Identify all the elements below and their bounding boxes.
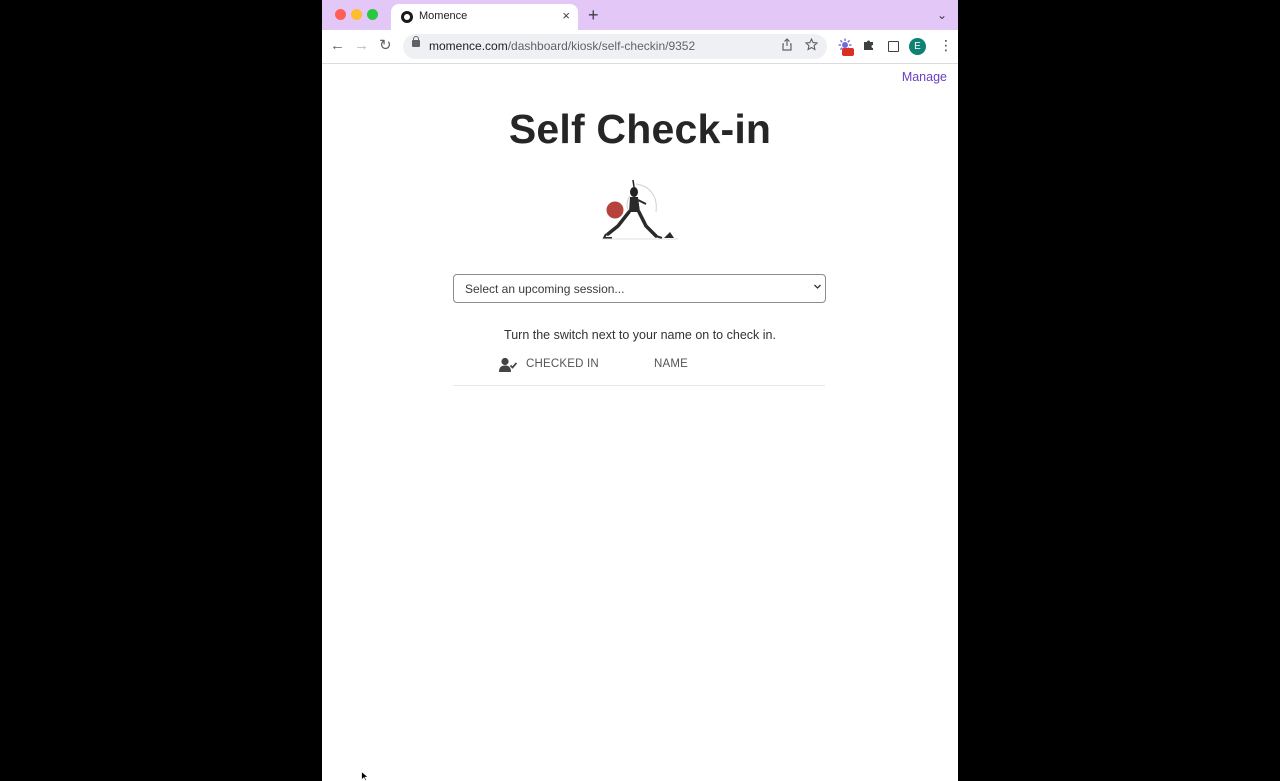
close-window-button[interactable] [335, 9, 346, 20]
tab-momence[interactable]: Momence × [391, 4, 578, 30]
tab-strip: Momence × + ⌄ [322, 0, 958, 30]
address-bar[interactable]: momence.com/dashboard/kiosk/self-checkin… [403, 34, 827, 59]
mouse-cursor-icon [361, 771, 369, 781]
zoom-window-button[interactable] [367, 9, 378, 20]
forward-arrow-icon[interactable]: → [354, 37, 369, 55]
back-arrow-icon[interactable]: ← [330, 37, 345, 55]
column-header-name: NAME [654, 358, 689, 370]
browser-window: Momence × + ⌄ ← → ↻ momence.com/dashboar… [322, 0, 958, 781]
side-panel-icon[interactable] [888, 41, 899, 52]
tab-search-chevron-icon[interactable]: ⌄ [937, 8, 947, 22]
session-select-value: Select an upcoming session... [465, 282, 625, 296]
tab-close-icon[interactable]: × [562, 8, 570, 23]
manage-link[interactable]: Manage [902, 70, 947, 84]
attendee-table-header: CHECKED IN NAME [453, 356, 825, 386]
checkin-instructions: Turn the switch next to your name on to … [504, 328, 776, 342]
chevron-down-icon [813, 282, 822, 293]
browser-menu-icon[interactable]: ⋮ [939, 37, 953, 53]
new-tab-icon[interactable]: + [588, 5, 599, 25]
user-check-icon [499, 357, 517, 372]
url-path: /dashboard/kiosk/self-checkin/9352 [507, 39, 696, 53]
browser-toolbar: ← → ↻ momence.com/dashboard/kiosk/self-c… [322, 30, 958, 64]
share-icon[interactable] [781, 38, 793, 54]
column-header-checked-in: CHECKED IN [526, 358, 599, 370]
minimize-window-button[interactable] [351, 9, 362, 20]
kiosk-page: Manage Self Check-in Select an upcoming … [322, 64, 958, 781]
profile-avatar[interactable]: E [909, 38, 926, 55]
page-title: Self Check-in [508, 106, 772, 152]
extensions-puzzle-icon[interactable] [862, 38, 875, 55]
bookmark-star-icon[interactable] [804, 37, 819, 54]
tab-title: Momence [419, 10, 468, 22]
url-host: momence.com [429, 39, 508, 53]
reload-icon[interactable]: ↻ [379, 37, 392, 55]
yoga-illustration [602, 179, 678, 240]
session-select[interactable]: Select an upcoming session... [453, 274, 826, 303]
lock-icon[interactable] [412, 36, 420, 47]
extension-badge [842, 48, 854, 56]
url-text[interactable]: momence.com/dashboard/kiosk/self-checkin… [429, 39, 695, 53]
momence-favicon-icon [401, 11, 413, 23]
